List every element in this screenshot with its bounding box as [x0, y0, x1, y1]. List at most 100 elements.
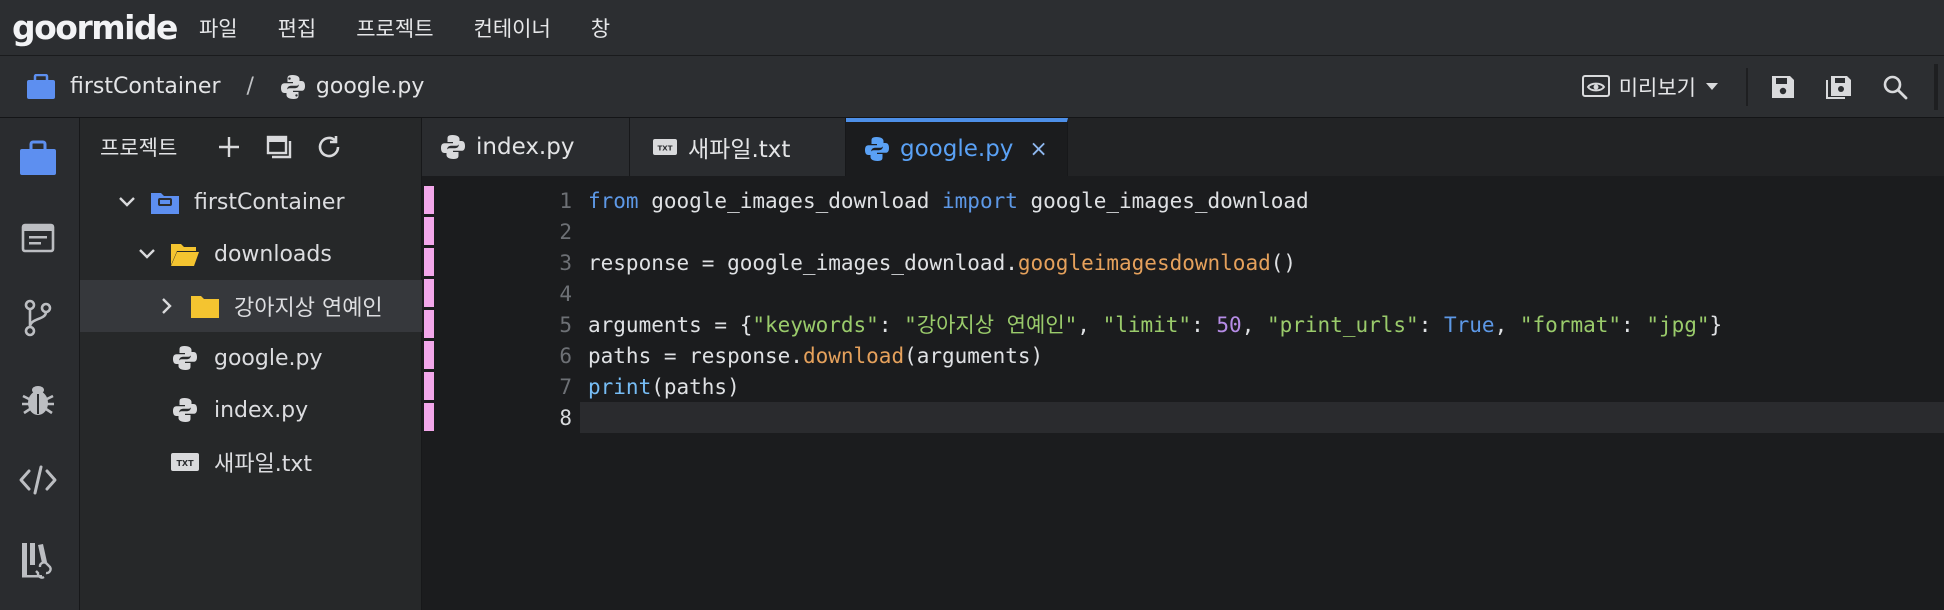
- activity-code-button[interactable]: [18, 460, 58, 500]
- briefcase-icon: [19, 140, 57, 176]
- tree-item-google-py[interactable]: google.py: [80, 332, 422, 384]
- search-button[interactable]: [1874, 66, 1916, 108]
- eye-icon: [1581, 74, 1611, 100]
- breadcrumb-separator: /: [246, 74, 254, 99]
- tree-item-label: 강아지상 연예인: [234, 296, 383, 321]
- code-token: ,: [1494, 313, 1520, 337]
- number-token: 50: [1216, 313, 1242, 337]
- code-token: paths = response.: [588, 344, 803, 368]
- string-token: "print_urls": [1266, 313, 1419, 337]
- code-line: 2: [422, 217, 1944, 248]
- add-file-button[interactable]: [211, 129, 247, 165]
- string-token: "강아지상 연예인": [904, 313, 1078, 337]
- tree-item-index-py[interactable]: index.py: [80, 384, 422, 436]
- code-token: response = google_images_download.: [588, 251, 1018, 275]
- activity-library-button[interactable]: [18, 540, 58, 580]
- line-number: 4: [559, 282, 572, 306]
- activity-debug-button[interactable]: [18, 380, 58, 420]
- collapse-all-button[interactable]: [261, 129, 297, 165]
- code-line: 3 response = google_images_download.goog…: [422, 248, 1944, 279]
- string-token: "limit": [1102, 313, 1192, 337]
- line-number: 3: [559, 251, 572, 275]
- breadcrumb: firstContainer / google.py: [26, 73, 424, 100]
- code-line: 1 from google_images_download import goo…: [422, 186, 1944, 217]
- close-icon[interactable]: ×: [1029, 137, 1047, 162]
- tab-google-py[interactable]: google.py ×: [846, 118, 1068, 176]
- line-number: 2: [559, 220, 572, 244]
- activity-bar: [0, 118, 80, 610]
- line-number: 6: [559, 344, 572, 368]
- txt-icon: TXT: [652, 137, 678, 157]
- tab-new-file-txt[interactable]: TXT 새파일.txt: [630, 118, 846, 176]
- python-icon: [170, 345, 200, 371]
- code-line-current: 8: [422, 403, 1944, 434]
- save-all-icon: [1825, 74, 1853, 100]
- line-number: 1: [559, 189, 572, 213]
- activity-git-button[interactable]: [18, 298, 58, 338]
- preview-button[interactable]: 미리보기: [1581, 72, 1718, 102]
- code-token: (paths): [651, 375, 740, 399]
- chevron-down-icon[interactable]: [136, 248, 158, 260]
- function-token: googleimagesdownload: [1017, 251, 1271, 275]
- menu-edit[interactable]: 편집: [278, 13, 317, 43]
- refresh-icon: [316, 134, 342, 160]
- refresh-button[interactable]: [311, 129, 347, 165]
- keyword-token: import: [942, 189, 1018, 213]
- toolbar-divider: [1746, 68, 1748, 106]
- toolbar-actions: 미리보기: [1581, 56, 1944, 118]
- tree-item-folder[interactable]: 강아지상 연예인: [80, 280, 422, 332]
- activity-project-button[interactable]: [18, 138, 58, 178]
- code-token: :: [1191, 313, 1217, 337]
- explorer-header: 프로젝트: [80, 118, 421, 176]
- breadcrumb-file[interactable]: google.py: [316, 74, 424, 99]
- git-branch-icon: [23, 299, 53, 337]
- chevron-right-icon[interactable]: [156, 297, 178, 315]
- code-token: :: [1621, 313, 1647, 337]
- project-explorer: 프로젝트 firstContainer downloads 강아지상 연예인 g…: [80, 118, 422, 610]
- folder-icon: [190, 293, 220, 319]
- python-icon: [280, 74, 306, 100]
- string-token: "jpg": [1646, 313, 1710, 337]
- menu-bar: goormide 파일 편집 프로젝트 컨테이너 창: [0, 0, 1944, 56]
- python-icon: [170, 397, 200, 423]
- svg-text:TXT: TXT: [658, 145, 673, 153]
- code-text: paths = response.download(arguments): [588, 341, 1043, 372]
- window-icon: [21, 223, 55, 253]
- editor-tabs: index.py TXT 새파일.txt google.py ×: [422, 118, 1944, 176]
- app-logo[interactable]: goormide: [12, 11, 178, 44]
- menu-container[interactable]: 컨테이너: [474, 13, 551, 43]
- tree-item-downloads[interactable]: downloads: [80, 228, 422, 280]
- save-all-button[interactable]: [1818, 66, 1860, 108]
- tree-item-txt[interactable]: TXT 새파일.txt: [80, 436, 422, 488]
- tree-item-label: google.py: [214, 345, 323, 371]
- txt-file-icon: TXT: [170, 449, 200, 475]
- code-token: :: [878, 313, 905, 337]
- line-number: 7: [559, 375, 572, 399]
- plus-icon: [218, 136, 240, 158]
- bug-icon: [20, 382, 56, 418]
- breadcrumb-container[interactable]: firstContainer: [70, 74, 221, 99]
- menu-file[interactable]: 파일: [199, 13, 238, 43]
- chevron-down-icon[interactable]: [116, 196, 138, 208]
- string-token: "keywords": [752, 313, 879, 337]
- library-link-icon: [20, 541, 56, 579]
- menu-window[interactable]: 창: [591, 13, 610, 43]
- breadcrumb-toolbar: firstContainer / google.py 미리보기: [0, 56, 1944, 118]
- tree-item-label: firstContainer: [194, 189, 345, 215]
- activity-terminal-button[interactable]: [18, 218, 58, 258]
- tab-index-py[interactable]: index.py: [422, 118, 630, 176]
- code-token: google_images_download: [1017, 189, 1309, 213]
- menu-project[interactable]: 프로젝트: [356, 13, 433, 43]
- code-token: ,: [1241, 313, 1267, 337]
- code-token: (arguments): [904, 344, 1044, 368]
- save-button[interactable]: [1762, 66, 1804, 108]
- code-editor[interactable]: 1 from google_images_download import goo…: [422, 176, 1944, 610]
- tree-item-label: 새파일.txt: [214, 452, 312, 477]
- save-icon: [1770, 74, 1796, 100]
- python-icon: [864, 136, 890, 162]
- container-icon: [26, 73, 56, 100]
- tab-label: 새파일.txt: [688, 137, 791, 163]
- code-line: 6 paths = response.download(arguments): [422, 341, 1944, 372]
- tree-item-container[interactable]: firstContainer: [80, 176, 422, 228]
- keyword-token: from: [588, 189, 639, 213]
